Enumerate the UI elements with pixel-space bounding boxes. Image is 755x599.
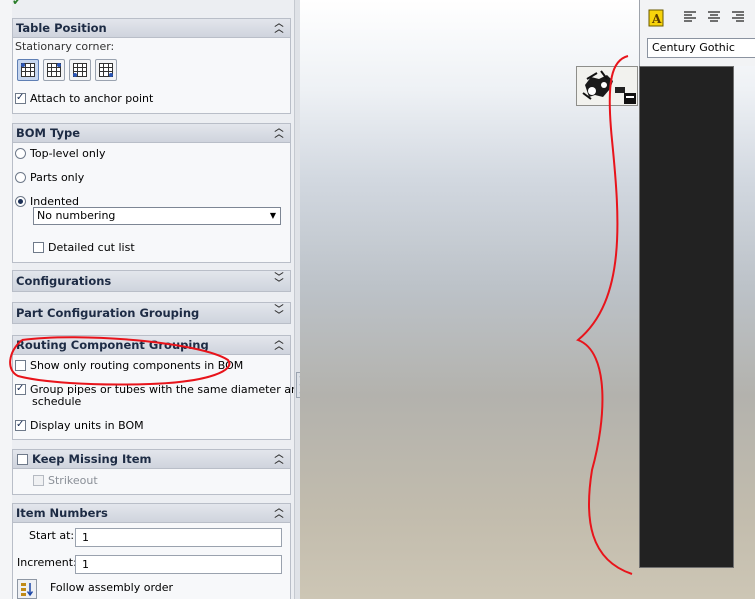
- ok-check-icon[interactable]: ✔: [12, 0, 22, 8]
- expand-down-icon[interactable]: ﹀ ﹀: [273, 306, 285, 321]
- align-center-icon: [708, 11, 720, 22]
- strikeout-label: Strikeout: [48, 474, 98, 487]
- follow-assembly-order-button[interactable]: [17, 579, 37, 599]
- assembly-order-icon: [21, 583, 34, 597]
- collapse-up-icon[interactable]: ︿ ︿: [273, 337, 285, 352]
- detailed-cut-list-row[interactable]: Detailed cut list: [33, 240, 135, 256]
- numbering-select[interactable]: No numbering ▼: [33, 207, 281, 225]
- attach-anchor-checkbox[interactable]: [15, 90, 26, 106]
- align-right-button[interactable]: [730, 9, 748, 27]
- assembly-model-icon: [582, 70, 636, 104]
- part-config-grouping-title: Part Configuration Grouping: [16, 306, 200, 320]
- display-units-label: Display units in BOM: [30, 419, 144, 432]
- graphics-viewport[interactable]: A Century Gothic: [300, 0, 755, 599]
- align-center-button[interactable]: [706, 9, 724, 27]
- assembly-thumbnail[interactable]: [576, 66, 638, 106]
- item-numbers-header[interactable]: Item Numbers ︿ ︿: [13, 504, 290, 523]
- svg-text:A: A: [651, 12, 662, 26]
- corner-bottom-right-button[interactable]: [95, 59, 117, 81]
- routing-component-grouping-title: Routing Component Grouping: [16, 338, 209, 352]
- bottom-right-anchor-icon: [99, 63, 113, 77]
- start-at-label: Start at:: [29, 529, 75, 542]
- routing-component-grouping-header[interactable]: Routing Component Grouping ︿ ︿: [13, 336, 290, 355]
- stationary-corner-label: Stationary corner:: [15, 40, 115, 53]
- top-level-only-label: Top-level only: [30, 147, 106, 160]
- parts-only-label: Parts only: [30, 171, 85, 184]
- format-toolbar: A Century Gothic: [639, 0, 755, 66]
- bom-type-group: BOM Type ︿ ︿ Top-level only Parts only In…: [12, 123, 291, 263]
- detailed-cut-list-checkbox[interactable]: [33, 242, 44, 253]
- strikeout-checkbox[interactable]: [33, 475, 44, 486]
- routing-component-grouping-group: Routing Component Grouping ︿ ︿ Show only …: [12, 335, 300, 440]
- top-left-anchor-icon: [21, 63, 35, 77]
- bom-type-title: BOM Type: [16, 126, 80, 140]
- table-position-group: Table Position ︿︿ Stationary corner: Att…: [12, 18, 291, 114]
- dropdown-arrow-icon: ▼: [269, 211, 276, 220]
- property-manager: ✔ Table Position ︿︿ Stationary corner: A…: [0, 0, 300, 599]
- detailed-cut-list-label: Detailed cut list: [48, 241, 135, 254]
- table-position-title: Table Position: [16, 21, 107, 35]
- start-at-input[interactable]: 1: [75, 528, 282, 547]
- configurations-group: Configurations ﹀ ﹀: [12, 270, 291, 292]
- part-config-grouping-group: Part Configuration Grouping ﹀ ﹀: [12, 302, 291, 324]
- collapse-up-icon[interactable]: ︿ ︿: [273, 20, 285, 35]
- corner-top-right-button[interactable]: [43, 59, 65, 81]
- top-level-only-radio[interactable]: [15, 148, 26, 159]
- show-only-routing-checkbox[interactable]: [15, 360, 26, 371]
- collapse-up-icon[interactable]: ︿ ︿: [273, 125, 285, 140]
- corner-top-left-button[interactable]: [17, 59, 39, 81]
- part-config-grouping-header[interactable]: Part Configuration Grouping ﹀ ﹀: [13, 303, 290, 323]
- attach-anchor-label: Attach to anchor point: [30, 92, 154, 105]
- group-pipes-checkbox[interactable]: [15, 381, 26, 397]
- top-right-anchor-icon: [47, 63, 61, 77]
- keep-missing-item-header[interactable]: Keep Missing Item ︿ ︿: [13, 450, 290, 469]
- property-manager-gutter: [0, 0, 12, 599]
- follow-assembly-order-label: Follow assembly order: [50, 581, 174, 594]
- font-color-button[interactable]: A: [648, 9, 666, 27]
- increment-input[interactable]: 1: [75, 555, 282, 574]
- align-left-button[interactable]: [682, 9, 700, 27]
- configurations-header[interactable]: Configurations ﹀ ﹀: [13, 271, 290, 291]
- top-level-only-radio-row[interactable]: Top-level only: [15, 146, 105, 162]
- show-only-routing-row[interactable]: Show only routing components in BOM: [15, 358, 243, 374]
- bottom-left-anchor-icon: [73, 63, 87, 77]
- bom-table-preview[interactable]: [639, 66, 734, 568]
- attach-anchor-row[interactable]: Attach to anchor point: [15, 90, 154, 107]
- item-numbers-title: Item Numbers: [16, 506, 108, 520]
- item-numbers-group: Item Numbers ︿ ︿ Start at: 1 Increment: 1…: [12, 503, 291, 599]
- numbering-value: No numbering: [37, 209, 116, 222]
- keep-missing-item-checkbox[interactable]: [17, 454, 28, 465]
- font-color-icon: A: [648, 9, 664, 27]
- display-units-checkbox[interactable]: [15, 417, 26, 433]
- parts-only-radio[interactable]: [15, 172, 26, 183]
- collapse-up-icon[interactable]: ︿ ︿: [273, 505, 285, 520]
- parts-only-radio-row[interactable]: Parts only: [15, 170, 84, 186]
- display-units-row[interactable]: Display units in BOM: [15, 417, 144, 434]
- group-pipes-label-continued: schedule: [32, 395, 82, 408]
- increment-label: Increment:: [17, 556, 77, 569]
- font-select[interactable]: Century Gothic: [647, 38, 755, 58]
- configurations-title: Configurations: [16, 274, 112, 288]
- align-right-icon: [732, 11, 744, 22]
- show-only-routing-label: Show only routing components in BOM: [30, 359, 244, 372]
- indented-radio[interactable]: [15, 196, 26, 207]
- table-position-header[interactable]: Table Position ︿ ︿: [13, 19, 290, 38]
- bom-type-header[interactable]: BOM Type ︿ ︿: [13, 124, 290, 143]
- corner-bottom-left-button[interactable]: [69, 59, 91, 81]
- collapse-up-icon[interactable]: ︿ ︿: [273, 451, 285, 466]
- keep-missing-item-group: Keep Missing Item ︿ ︿ Strikeout: [12, 449, 291, 495]
- keep-missing-item-title: Keep Missing Item: [32, 452, 152, 466]
- align-left-icon: [684, 11, 696, 22]
- expand-down-icon[interactable]: ﹀ ﹀: [273, 274, 285, 289]
- strikeout-row[interactable]: Strikeout: [33, 473, 98, 489]
